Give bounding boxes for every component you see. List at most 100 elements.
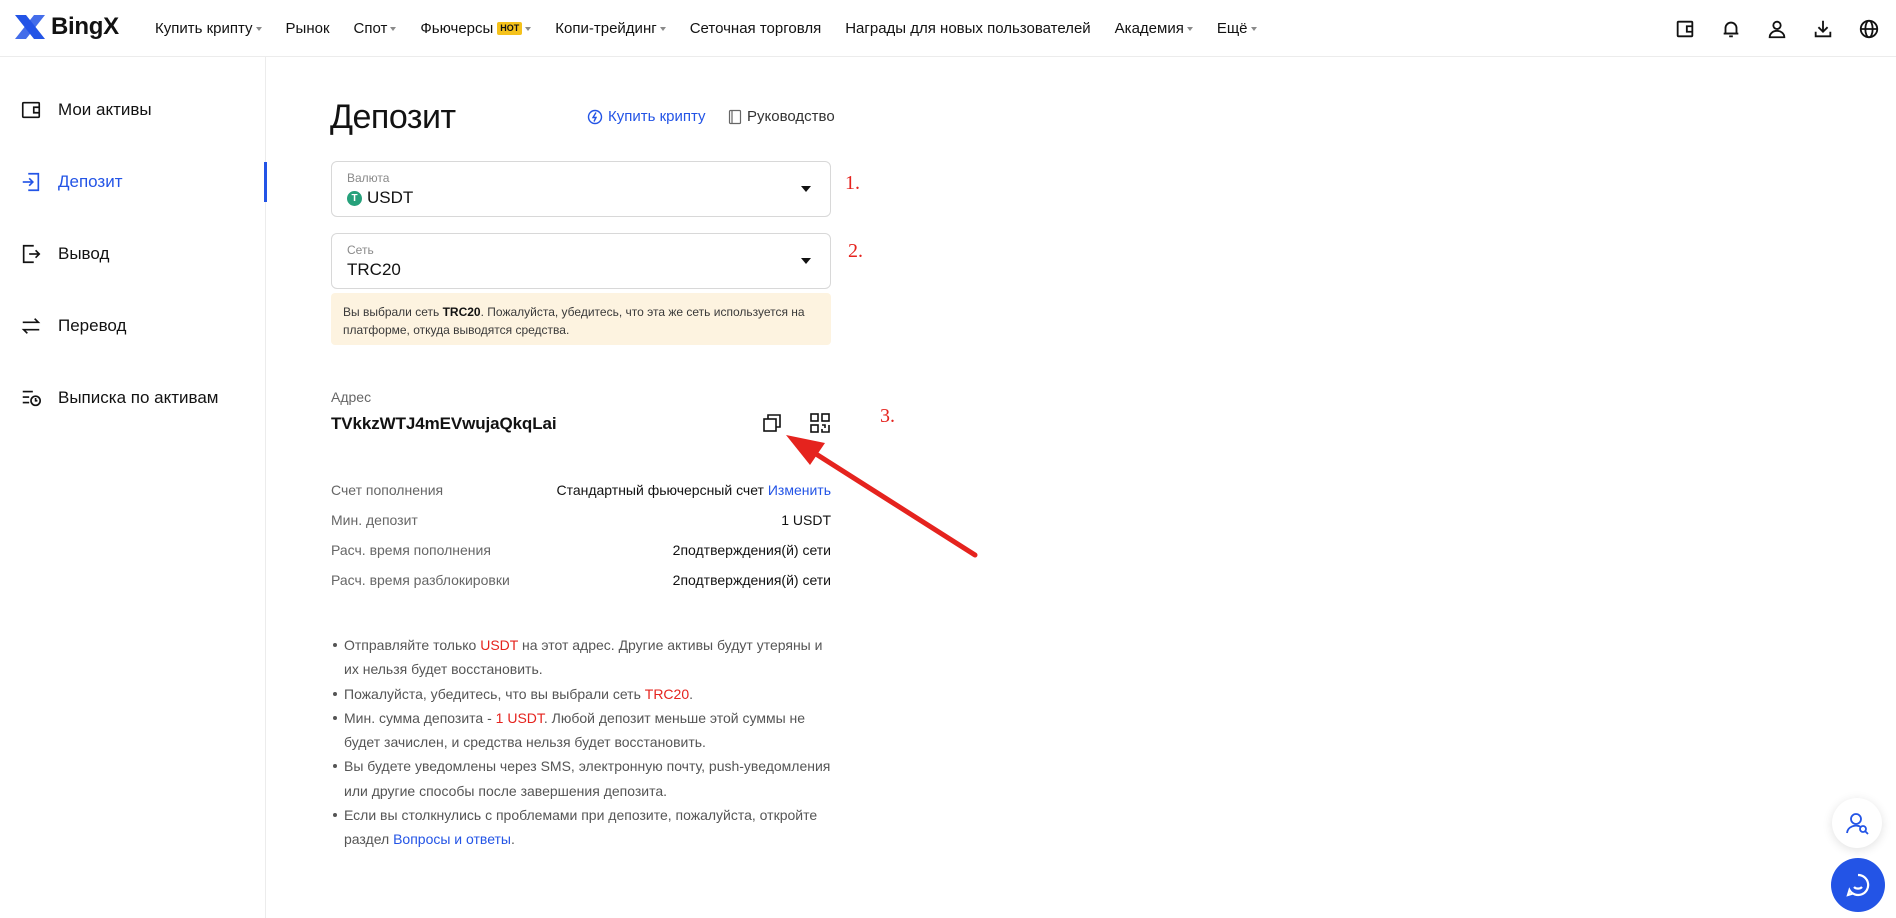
nav-buy-crypto[interactable]: Купить крипту [155,20,262,37]
sidebar-item-label: Вывод [58,244,110,263]
chevron-down-icon [659,26,666,31]
nav-label: Сеточная торговля [689,20,822,37]
note-text: Пожалуйста, убедитесь, что вы выбрали се… [344,685,645,702]
copy-icon[interactable] [759,410,785,436]
nav-rewards[interactable]: Награды для новых пользователей [845,20,1090,37]
bell-icon[interactable] [1708,0,1754,57]
detail-label: Расч. время разблокировки [331,572,510,588]
nav-icons [1662,0,1896,57]
detail-row-account: Счет пополнения Стандартный фьючерсный с… [331,482,831,498]
logo-text: BingX [51,13,119,40]
detail-row-min-deposit: Мин. депозит 1 USDT [331,512,831,528]
support-agent-button[interactable] [1832,798,1882,848]
main-nav: Купить крипту Рынок Спот Фьючерсы HOT Коп… [155,0,1281,57]
detail-value: 1 USDT [781,512,831,528]
change-account-link[interactable]: Изменить [768,482,831,498]
statement-icon [22,390,41,407]
globe-icon[interactable] [1846,0,1892,57]
note-item: Вы будете уведомлены через SMS, электрон… [331,754,836,803]
caret-down-icon [801,186,811,192]
note-item: Отправляйте только USDT на этот адрес. Д… [331,633,836,682]
nav-more[interactable]: Ещё [1217,20,1257,37]
bingx-logo[interactable]: BingX [13,13,119,41]
sidebar-item-transfer[interactable]: Перевод [0,301,266,351]
network-value: TRC20 [347,260,401,279]
nav-futures[interactable]: Фьючерсы HOT [420,20,532,37]
note-text: Мин. сумма депозита - [344,709,496,726]
detail-value: 2подтверждения(й) сети [672,572,831,588]
chevron-down-icon [525,26,532,31]
user-icon[interactable] [1754,0,1800,57]
nav-label: Награды для новых пользователей [845,20,1091,37]
chat-button[interactable] [1831,858,1885,912]
top-navbar: BingX Купить крипту Рынок Спот Фьючерсы H… [0,0,1896,57]
page-title: Депозит [330,98,456,136]
detail-label: Счет пополнения [331,482,444,498]
annotation-arrow [786,435,978,558]
sidebar-item-my-assets[interactable]: Мои активы [0,85,266,135]
detail-row-deposit-time: Расч. время пополнения 2подтверждения(й)… [331,542,831,558]
sidebar-item-label: Перевод [58,316,127,335]
detail-label: Расч. время пополнения [331,542,491,558]
annotation-mark-2: 2. [848,240,863,262]
bingx-logo-mark [15,15,45,39]
chat-icon [1846,873,1870,897]
detail-value-wrap: Стандартный фьючерсный счет Изменить [556,482,831,498]
faq-link[interactable]: Вопросы и ответы [393,831,511,847]
sidebar-item-withdraw[interactable]: Вывод [0,229,266,279]
address-label: Адрес [331,389,372,405]
buy-crypto-label: Купить крипту [608,108,706,125]
note-item: Если вы столкнулись с проблемами при деп… [331,803,836,852]
chevron-down-icon [390,26,397,31]
support-icon [1846,813,1869,835]
currency-value: USDT [367,188,414,207]
note-highlight: USDT [480,637,519,653]
buy-crypto-link[interactable]: Купить крипту [587,108,706,125]
annotation-mark-3: 3. [880,405,895,427]
nav-academy[interactable]: Академия [1115,20,1193,37]
caret-down-icon [801,258,811,264]
chevron-down-icon [1250,26,1257,31]
note-text: . [689,685,694,702]
sidebar-item-label: Депозит [58,172,123,191]
note-text: Вы будете уведомлены через SMS, электрон… [344,758,831,799]
chevron-down-icon [1186,26,1193,31]
nav-spot[interactable]: Спот [354,20,397,37]
sidebar-item-label: Мои активы [58,100,152,119]
nav-grid-trading[interactable]: Сеточная торговля [690,20,822,37]
nav-label: Спот [353,20,388,37]
book-icon [728,109,742,124]
currency-select[interactable]: Валюта T USDT [331,161,831,217]
note-item: Мин. сумма депозита - 1 USDT. Любой депо… [331,706,836,755]
sidebar-item-statement[interactable]: Выписка по активам [0,373,266,423]
nav-label: Купить крипту [155,20,253,37]
nav-copy-trading[interactable]: Копи-трейдинг [555,20,666,37]
chevron-down-icon [255,26,262,31]
hot-badge: HOT [497,22,523,35]
nav-label: Академия [1114,20,1184,37]
guide-link[interactable]: Руководство [728,108,835,125]
nav-label: Ещё [1216,20,1248,37]
wallet-icon [21,101,41,119]
network-select[interactable]: Сеть TRC20 [331,233,831,289]
note-text: . [510,831,515,848]
nav-market[interactable]: Рынок [286,20,330,37]
detail-value: 2подтверждения(й) сети [672,542,831,558]
warning-text: Вы выбрали сеть [343,305,443,319]
note-highlight: 1 USDT [495,709,544,726]
lightning-icon [587,109,603,124]
nav-label: Копи-трейдинг [555,20,657,37]
usdt-coin-icon: T [347,190,362,206]
sidebar: Мои активы Депозит Вывод Перевод Выписка… [0,57,267,918]
warning-network: TRC20 [442,305,481,319]
download-icon[interactable] [1800,0,1846,57]
network-warning: Вы выбрали сеть TRC20. Пожалуйста, убеди… [331,293,831,345]
wallet-icon[interactable] [1662,0,1708,57]
guide-label: Руководство [747,108,835,125]
note-highlight: TRC20 [644,685,690,702]
qr-code-icon[interactable] [807,410,833,436]
sidebar-item-deposit[interactable]: Депозит [0,157,267,207]
detail-label: Мин. депозит [331,512,418,528]
note-item: Пожалуйста, убедитесь, что вы выбрали се… [331,682,836,706]
deposit-address: TVkkzWTJ4mEVwujaQkqLai [331,414,557,433]
